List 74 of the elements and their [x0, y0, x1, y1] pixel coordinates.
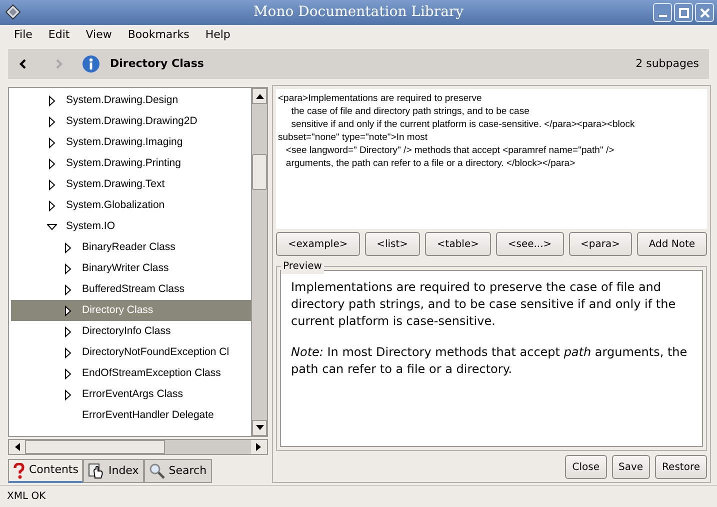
tree-item[interactable]: System.Drawing.Printing	[11, 153, 251, 174]
insert-button[interactable]: <table>	[424, 232, 491, 256]
minimize-icon	[658, 14, 666, 16]
menu-item[interactable]: Help	[197, 27, 238, 44]
page-title: Directory Class	[110, 56, 204, 72]
tree-item[interactable]: BufferedStream Class	[11, 279, 251, 300]
sidebar-tab[interactable]: Search	[144, 459, 212, 483]
preview-paragraph: Implementations are required to preserve the case of file and directory path strings, and to be case sensitive if and only if the current platform is case-sensitive.	[291, 279, 677, 330]
scroll-left-icon[interactable]	[14, 443, 20, 451]
action-button[interactable]: Save	[612, 455, 650, 479]
tree-item[interactable]: DirectoryNotFoundException Cl	[11, 342, 251, 363]
maximize-button[interactable]	[674, 3, 693, 22]
scroll-down-icon[interactable]	[256, 425, 264, 431]
tree-item[interactable]: System.Drawing.Drawing2D	[11, 111, 251, 132]
tree-item[interactable]: ErrorEventHandler Delegate	[11, 405, 251, 426]
question-mark-icon	[13, 462, 25, 478]
insert-button[interactable]: <para>	[568, 232, 632, 256]
scroll-right-icon[interactable]	[256, 443, 262, 451]
collapsed-triangle-icon[interactable]	[47, 178, 57, 190]
magnifier-icon	[148, 463, 165, 479]
collapsed-triangle-icon[interactable]	[63, 346, 73, 358]
subpage-count: 2 subpages	[636, 56, 699, 72]
tree-item[interactable]: System.Globalization	[11, 195, 251, 216]
horizontal-scrollbar[interactable]	[8, 439, 268, 455]
scrollbar-thumb[interactable]	[252, 154, 267, 190]
scrollbar-thumb[interactable]	[25, 440, 165, 454]
tree-item[interactable]: BinaryWriter Class	[11, 258, 251, 279]
close-button[interactable]	[695, 3, 714, 22]
action-button[interactable]: Close	[565, 455, 606, 479]
sidebar-tab[interactable]: Index	[83, 459, 144, 483]
status-text: XML OK	[0, 485, 717, 507]
insert-button[interactable]: Add Note	[636, 232, 708, 256]
collapsed-triangle-icon[interactable]	[47, 94, 57, 106]
minimize-button[interactable]	[653, 3, 672, 22]
action-button[interactable]: Restore	[655, 455, 707, 479]
insert-button[interactable]: <list>	[364, 232, 420, 256]
scroll-up-icon[interactable]	[256, 93, 264, 99]
preview-label: Preview	[281, 259, 324, 274]
insert-button[interactable]: <see...>	[496, 232, 564, 256]
tree-item[interactable]: DirectoryInfo Class	[11, 321, 251, 342]
preview-paragraph: Note: In most Directory methods that accept path arguments, the path can refer to a file or a directory.	[291, 344, 688, 378]
menu-item[interactable]: Edit	[40, 27, 78, 44]
close-icon	[700, 8, 710, 18]
sidebar-tab[interactable]: Contents	[8, 459, 84, 483]
collapsed-triangle-icon[interactable]	[63, 326, 73, 338]
app-icon	[5, 4, 21, 20]
vertical-scrollbar[interactable]	[251, 88, 267, 436]
collapsed-triangle-icon[interactable]	[47, 116, 57, 128]
xml-editor[interactable]: <para>Implementations are required to preserve the case of file and directory path strings, and to be case sensitive if and only if the current platform is case-sensitive. </para><para><block subset="none" type="note">In most <see langword=" Directory" /> methods that accept <paramref name="path" /> arguments, the path can refer to a file or a directory. </block></para>	[276, 89, 707, 229]
maximize-icon	[678, 8, 688, 18]
menu-item[interactable]: Bookmarks	[120, 27, 198, 44]
collapsed-triangle-icon[interactable]	[63, 242, 73, 254]
collapsed-triangle-icon[interactable]	[63, 388, 73, 400]
collapsed-triangle-icon[interactable]	[47, 200, 57, 212]
collapsed-triangle-icon[interactable]	[47, 136, 57, 148]
tree-item[interactable]: ErrorEventArgs Class	[11, 384, 251, 405]
tree-item[interactable]: System.IO	[11, 216, 251, 237]
tree-item[interactable]: System.Drawing.Design	[11, 90, 251, 111]
info-icon	[82, 55, 100, 73]
tree-item[interactable]: Directory Class	[11, 300, 251, 321]
collapsed-triangle-icon[interactable]	[63, 284, 73, 296]
window-title: Mono Documentation Library	[253, 3, 464, 22]
collapsed-triangle-icon[interactable]	[63, 368, 73, 380]
hand-pointer-icon	[88, 463, 104, 479]
tree-item[interactable]: System.Drawing.Text	[11, 174, 251, 195]
collapsed-triangle-icon[interactable]	[47, 158, 57, 170]
collapsed-triangle-icon[interactable]	[63, 304, 73, 316]
tree-item[interactable]: EndOfStreamException Class	[11, 363, 251, 384]
menu-item[interactable]: View	[78, 27, 120, 44]
insert-button[interactable]: <example>	[276, 232, 360, 256]
tree-item[interactable]: System.Drawing.Imaging	[11, 132, 251, 153]
menu-item[interactable]: File	[6, 27, 40, 44]
tree-item[interactable]: BinaryReader Class	[11, 237, 251, 258]
collapsed-triangle-icon[interactable]	[63, 262, 73, 274]
